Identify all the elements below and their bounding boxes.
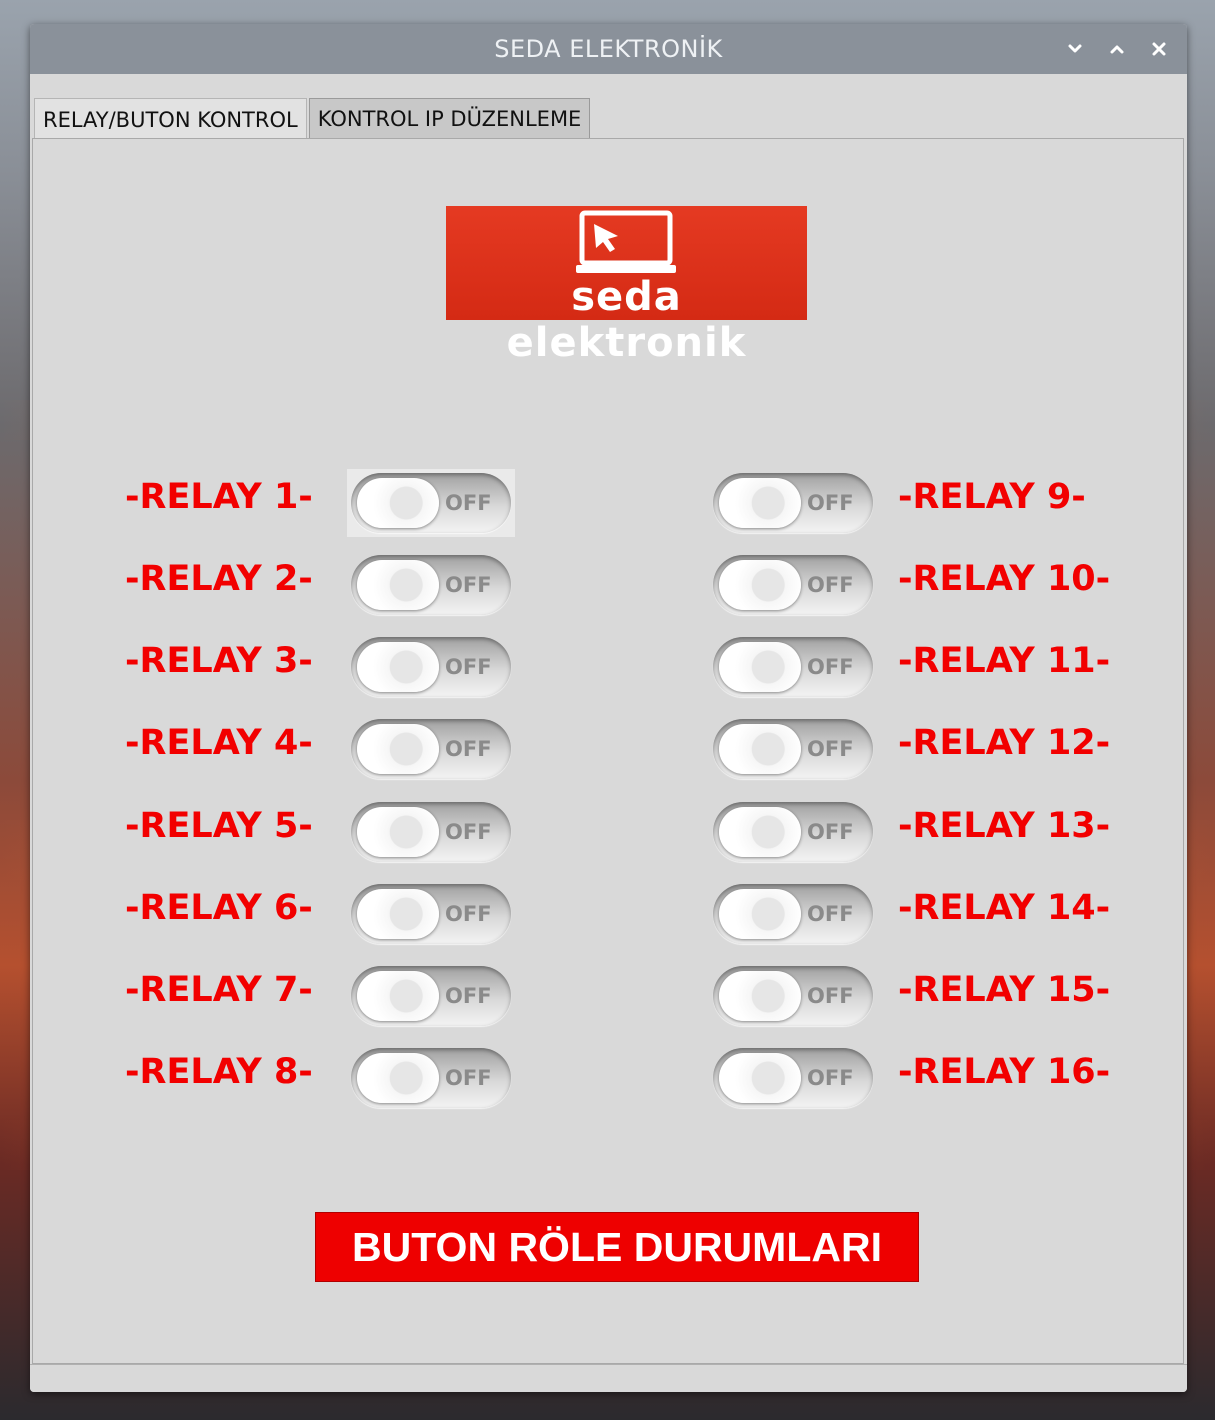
relay-7-label: -RELAY 7- (125, 970, 313, 1010)
toggle-knob (357, 478, 439, 528)
toggle-track: OFF (351, 884, 511, 944)
toggle-knob (719, 1053, 801, 1103)
buton-role-durumlari-button[interactable]: BUTON RÖLE DURUMLARI (315, 1212, 919, 1282)
toggle-state: OFF (445, 820, 492, 844)
relay-6-toggle[interactable]: OFF (347, 880, 515, 948)
status-bar (30, 1364, 1187, 1392)
toggle-state: OFF (445, 573, 492, 597)
tab-bar: RELAY/BUTON KONTROL KONTROL IP DÜZENLEME (34, 98, 591, 140)
toggle-knob (719, 807, 801, 857)
relay-11-label: -RELAY 11- (898, 641, 1111, 681)
toggle-knob (357, 889, 439, 939)
relay-14-label: -RELAY 14- (898, 888, 1111, 928)
toggle-state: OFF (807, 820, 854, 844)
title-bar[interactable]: SEDA ELEKTRONİK (30, 24, 1187, 74)
relay-4-toggle[interactable]: OFF (347, 715, 515, 783)
relay-13-label: -RELAY 13- (898, 806, 1111, 846)
toggle-track: OFF (351, 802, 511, 862)
toggle-state: OFF (445, 491, 492, 515)
toggle-track: OFF (351, 1048, 511, 1108)
toggle-knob (357, 971, 439, 1021)
relay-9-label: -RELAY 9- (898, 477, 1086, 517)
relay-14-toggle[interactable]: OFF (709, 880, 877, 948)
laptop-cursor-icon (576, 210, 676, 273)
relay-10-toggle[interactable]: OFF (709, 551, 877, 619)
toggle-state: OFF (445, 737, 492, 761)
toggle-state: OFF (807, 902, 854, 926)
relay-12-toggle[interactable]: OFF (709, 715, 877, 783)
logo-text: seda elektronik (506, 274, 747, 366)
relay-11-toggle[interactable]: OFF (709, 633, 877, 701)
toggle-knob (719, 478, 801, 528)
relay-5-label: -RELAY 5- (125, 806, 313, 846)
toggle-state: OFF (445, 984, 492, 1008)
company-logo: seda elektronik (446, 206, 807, 366)
toggle-track: OFF (713, 555, 873, 615)
close-icon[interactable] (1149, 39, 1169, 59)
toggle-knob (719, 724, 801, 774)
toggle-state: OFF (445, 655, 492, 679)
toggle-knob (357, 560, 439, 610)
toggle-state: OFF (445, 1066, 492, 1090)
toggle-track: OFF (713, 473, 873, 533)
toggle-knob (357, 1053, 439, 1103)
relay-8-toggle[interactable]: OFF (347, 1044, 515, 1112)
minimize-icon[interactable] (1065, 39, 1085, 59)
toggle-knob (719, 642, 801, 692)
toggle-track: OFF (713, 802, 873, 862)
relay-2-toggle[interactable]: OFF (347, 551, 515, 619)
toggle-track: OFF (713, 637, 873, 697)
toggle-knob (719, 889, 801, 939)
window-controls (1065, 24, 1169, 74)
relay-5-toggle[interactable]: OFF (347, 798, 515, 866)
relay-15-toggle[interactable]: OFF (709, 962, 877, 1030)
relay-7-toggle[interactable]: OFF (347, 962, 515, 1030)
toggle-state: OFF (807, 1066, 854, 1090)
toggle-track: OFF (713, 966, 873, 1026)
relay-1-toggle[interactable]: OFF (347, 469, 515, 537)
toggle-state: OFF (807, 491, 854, 515)
toggle-state: OFF (807, 737, 854, 761)
toggle-state: OFF (807, 655, 854, 679)
toggle-track: OFF (713, 1048, 873, 1108)
relay-3-label: -RELAY 3- (125, 641, 313, 681)
toggle-track: OFF (713, 884, 873, 944)
relay-13-toggle[interactable]: OFF (709, 798, 877, 866)
toggle-knob (357, 807, 439, 857)
toggle-state: OFF (445, 902, 492, 926)
relay-9-toggle[interactable]: OFF (709, 469, 877, 537)
relay-15-label: -RELAY 15- (898, 970, 1111, 1010)
toggle-track: OFF (713, 719, 873, 779)
relay-12-label: -RELAY 12- (898, 723, 1111, 763)
tab-relay-buton-kontrol[interactable]: RELAY/BUTON KONTROL (34, 98, 307, 140)
relay-2-label: -RELAY 2- (125, 559, 313, 599)
toggle-state: OFF (807, 573, 854, 597)
toggle-track: OFF (351, 719, 511, 779)
relay-16-toggle[interactable]: OFF (709, 1044, 877, 1112)
toggle-knob (719, 560, 801, 610)
relay-8-label: -RELAY 8- (125, 1052, 313, 1092)
relay-1-label: -RELAY 1- (125, 477, 313, 517)
toggle-track: OFF (351, 473, 511, 533)
window-title: SEDA ELEKTRONİK (494, 35, 723, 63)
toggle-knob (357, 724, 439, 774)
toggle-state: OFF (807, 984, 854, 1008)
relay-6-label: -RELAY 6- (125, 888, 313, 928)
relay-3-toggle[interactable]: OFF (347, 633, 515, 701)
toggle-knob (357, 642, 439, 692)
relay-16-label: -RELAY 16- (898, 1052, 1111, 1092)
relay-10-label: -RELAY 10- (898, 559, 1111, 599)
toggle-track: OFF (351, 637, 511, 697)
tab-kontrol-ip-duzenleme[interactable]: KONTROL IP DÜZENLEME (308, 98, 591, 138)
toggle-knob (719, 971, 801, 1021)
toggle-track: OFF (351, 555, 511, 615)
relay-4-label: -RELAY 4- (125, 723, 313, 763)
app-window: SEDA ELEKTRONİK RELAY/BUTON KONTROL KONT… (30, 24, 1187, 1392)
maximize-icon[interactable] (1107, 39, 1127, 59)
toggle-track: OFF (351, 966, 511, 1026)
